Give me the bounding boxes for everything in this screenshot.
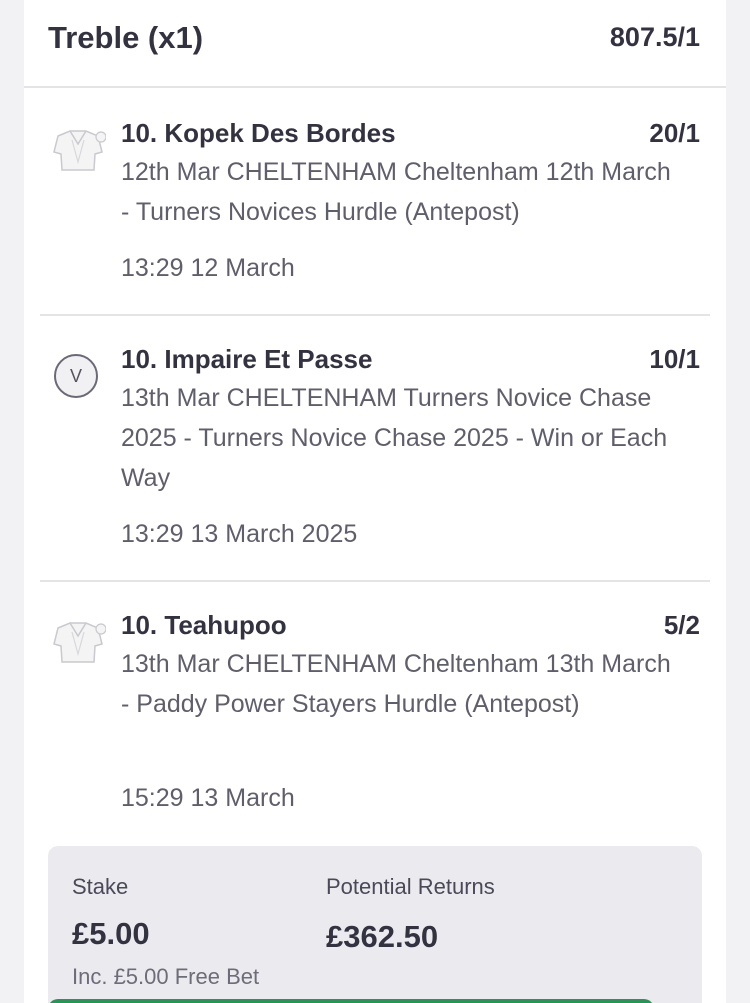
selection-name: 10. Teahupoo [121, 610, 287, 640]
selection-name: 10. Impaire Et Passe [121, 344, 373, 374]
action-button[interactable] [48, 999, 654, 1003]
selection-leg: 10. Kopek Des Bordes 20/1 12th Mar CHELT… [40, 88, 710, 316]
stake-summary: Stake Potential Returns £5.00 £362.50 In… [48, 846, 702, 1003]
bet-slip-card: Treble (x1) 807.5/1 10. Kopek Des Bordes… [24, 0, 726, 1003]
stake-label: Stake [72, 874, 129, 899]
selection-name: 10. Kopek Des Bordes [121, 118, 396, 148]
event-description: 12th Mar CHELTENHAM Cheltenham 12th Marc… [121, 158, 671, 226]
silks-icon [53, 622, 106, 663]
event-description: 13th Mar CHELTENHAM Cheltenham 13th Marc… [121, 650, 671, 718]
bet-total-odds: 807.5/1 [609, 22, 700, 52]
event-time: 13:29 13 March 2025 [121, 520, 358, 548]
selection-odds: 20/1 [649, 118, 700, 148]
selection-odds: 5/2 [663, 610, 700, 640]
stake-value: £5.00 [72, 916, 150, 951]
event-time: 15:29 13 March [121, 784, 295, 812]
potential-returns-value: £362.50 [326, 919, 439, 954]
event-time: 13:29 12 March [121, 254, 295, 282]
silks-icon [53, 130, 106, 171]
potential-returns-label: Potential Returns [326, 874, 495, 899]
free-bet-note: Inc. £5.00 Free Bet [72, 964, 260, 989]
bet-type-title: Treble (x1) [48, 20, 204, 55]
selection-leg: V 10. Impaire Et Passe 10/1 13th Mar CHE… [40, 316, 710, 582]
bet-header: Treble (x1) 807.5/1 [24, 0, 726, 88]
selection-leg: 10. Teahupoo 5/2 13th Mar CHELTENHAM Che… [40, 582, 710, 832]
v-badge-icon: V [54, 354, 98, 398]
selection-odds: 10/1 [649, 344, 700, 374]
event-description: 13th Mar CHELTENHAM Turners Novice Chase… [121, 384, 668, 492]
